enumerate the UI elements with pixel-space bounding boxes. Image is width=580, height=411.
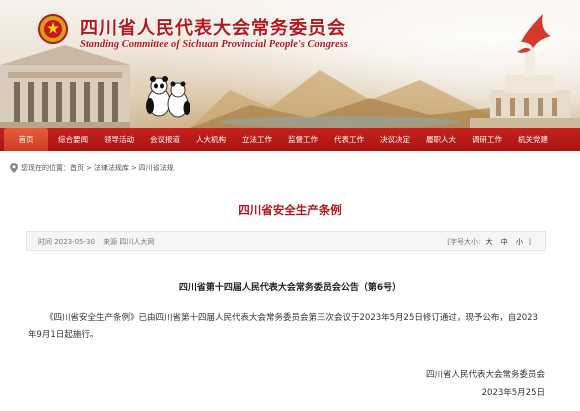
signature-date: 2023年5月25日 — [481, 388, 545, 398]
nav-item-organizations[interactable]: 人大机构 — [188, 128, 234, 151]
breadcrumb-separator: > — [86, 164, 92, 172]
dove-icon — [517, 14, 551, 53]
panda-image — [146, 76, 190, 118]
nav-item-news[interactable]: 综合要闻 — [50, 128, 96, 151]
article-meta: 时间 2023-05-30 来源 四川人大网 — [38, 237, 160, 247]
nav-item-meetings[interactable]: 会议报道 — [142, 128, 188, 151]
nav-item-research[interactable]: 调研工作 — [464, 128, 510, 151]
signature: 四川省人民代表大会常务委员会 — [425, 370, 545, 380]
site-title: 四川省人民代表大会常务委员会 — [80, 18, 346, 39]
nav-item-party[interactable]: 机关党建 — [510, 128, 556, 151]
font-size-small-button[interactable]: 小 — [516, 238, 523, 246]
main-nav: 首页 综合要闻 领导活动 会议报道 人大机构 立法工作 监督工作 代表工作 决议… — [0, 128, 580, 151]
header-banner: 四川省人民代表大会常务委员会 Standing Committee of Sic… — [0, 0, 580, 128]
article-body: 《四川省安全生产条例》已由四川省第十四届人民代表大会常务委员会第三次会议于202… — [28, 313, 538, 340]
nav-item-supervision[interactable]: 监督工作 — [280, 128, 326, 151]
breadcrumb-home[interactable]: 首页 — [70, 163, 84, 173]
breadcrumb-law-library[interactable]: 法律法规库 — [94, 163, 129, 173]
font-size-medium-button[interactable]: 中 — [501, 238, 508, 246]
site-subtitle: Standing Committee of Sichuan Provincial… — [80, 39, 348, 50]
nav-item-deputies[interactable]: 代表工作 — [326, 128, 372, 151]
article-title: 四川省安全生产条例 — [238, 203, 342, 217]
congress-building-image — [0, 45, 130, 128]
article-source: 来源 四川人大网 — [103, 238, 155, 246]
publish-date: 时间 2023-05-30 — [38, 238, 95, 246]
font-size-control: [字号大小: 大 中 小 ] — [447, 237, 531, 247]
nav-item-duties[interactable]: 履职人大 — [418, 128, 464, 151]
breadcrumb-separator: > — [130, 164, 137, 172]
nav-item-legislation[interactable]: 立法工作 — [234, 128, 280, 151]
font-size-large-button[interactable]: 大 — [486, 238, 493, 246]
nav-item-resolutions[interactable]: 决议决定 — [372, 128, 418, 151]
nav-item-leadership[interactable]: 领导活动 — [96, 128, 142, 151]
font-size-close-bracket: ] — [528, 238, 531, 246]
location-pin-icon — [10, 163, 18, 173]
breadcrumb-prefix: 您现在的位置： — [21, 164, 70, 172]
breadcrumb: 您现在的位置： 首页 > 法律法规库 > 四川省法规 — [10, 163, 174, 173]
article-meta-bar: 时间 2023-05-30 来源 四川人大网 [字号大小: 大 中 小 ] — [26, 231, 546, 251]
font-size-label: [字号大小: — [447, 238, 481, 246]
breadcrumb-sichuan-regulations[interactable]: 四川省法规 — [139, 163, 174, 173]
scenery-image — [190, 70, 490, 128]
nav-item-home[interactable]: 首页 — [4, 128, 48, 151]
notice-title: 四川省第十四届人民代表大会常务委员会公告（第6号） — [178, 283, 402, 293]
national-emblem-icon — [38, 14, 68, 44]
